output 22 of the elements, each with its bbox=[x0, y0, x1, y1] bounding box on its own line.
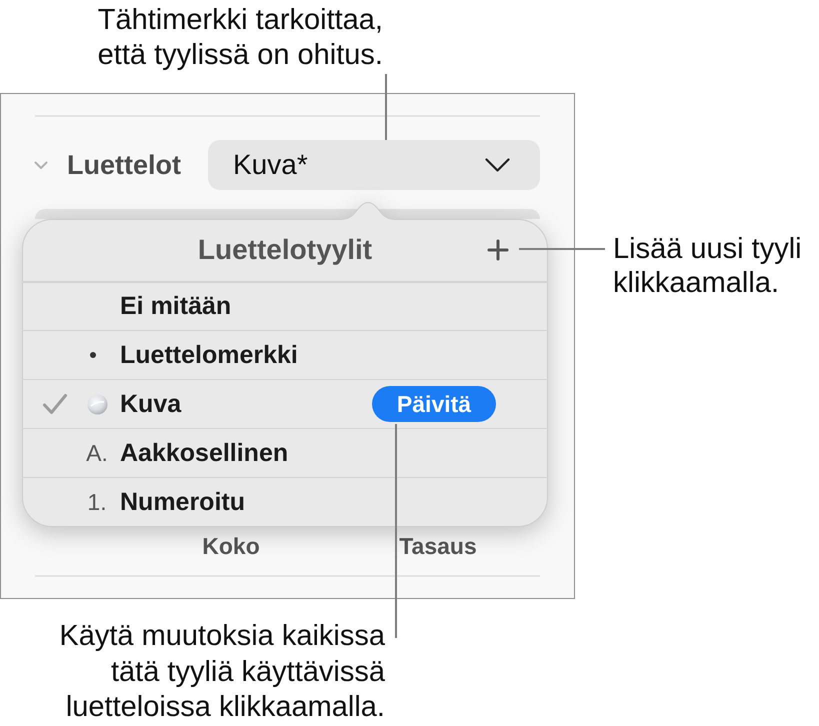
callout-text: Tähtimerkki tarkoittaa, että tyylissä on ohitus. bbox=[96, 3, 383, 73]
field-label: Tasaus bbox=[398, 534, 478, 558]
leader-line bbox=[385, 74, 387, 140]
update-button[interactable]: Päivitä bbox=[372, 386, 496, 422]
style-option[interactable]: A. Aakkosellinen bbox=[22, 438, 288, 468]
callout-text: Käytä muutoksia kaikissa tätä tyyliä käyttävissä luetteloissa klikkaamalla. bbox=[58, 619, 385, 725]
style-option[interactable]: Ei mitään bbox=[22, 292, 232, 321]
disc-icon bbox=[86, 394, 108, 414]
bullet-icon bbox=[90, 352, 96, 358]
style-option[interactable]: Kuva bbox=[22, 390, 182, 418]
menu-title: Luettelotyylit bbox=[198, 234, 372, 266]
field-label: Koko bbox=[201, 534, 261, 558]
list-marker: 1. bbox=[87, 488, 107, 516]
callout-text: Lisää uusi tyyli klikkaamalla. bbox=[613, 232, 803, 300]
list-marker: A. bbox=[86, 440, 108, 466]
style-dropdown[interactable]: Kuva* bbox=[208, 140, 540, 190]
chevron-down-icon bbox=[485, 158, 510, 172]
style-option[interactable]: Luettelomerkki bbox=[22, 340, 298, 370]
checkmark-icon bbox=[42, 393, 68, 415]
section-title: Luettelot bbox=[67, 150, 181, 180]
style-option[interactable]: 1. Numeroitu bbox=[22, 488, 245, 516]
plus-icon[interactable] bbox=[487, 239, 509, 261]
